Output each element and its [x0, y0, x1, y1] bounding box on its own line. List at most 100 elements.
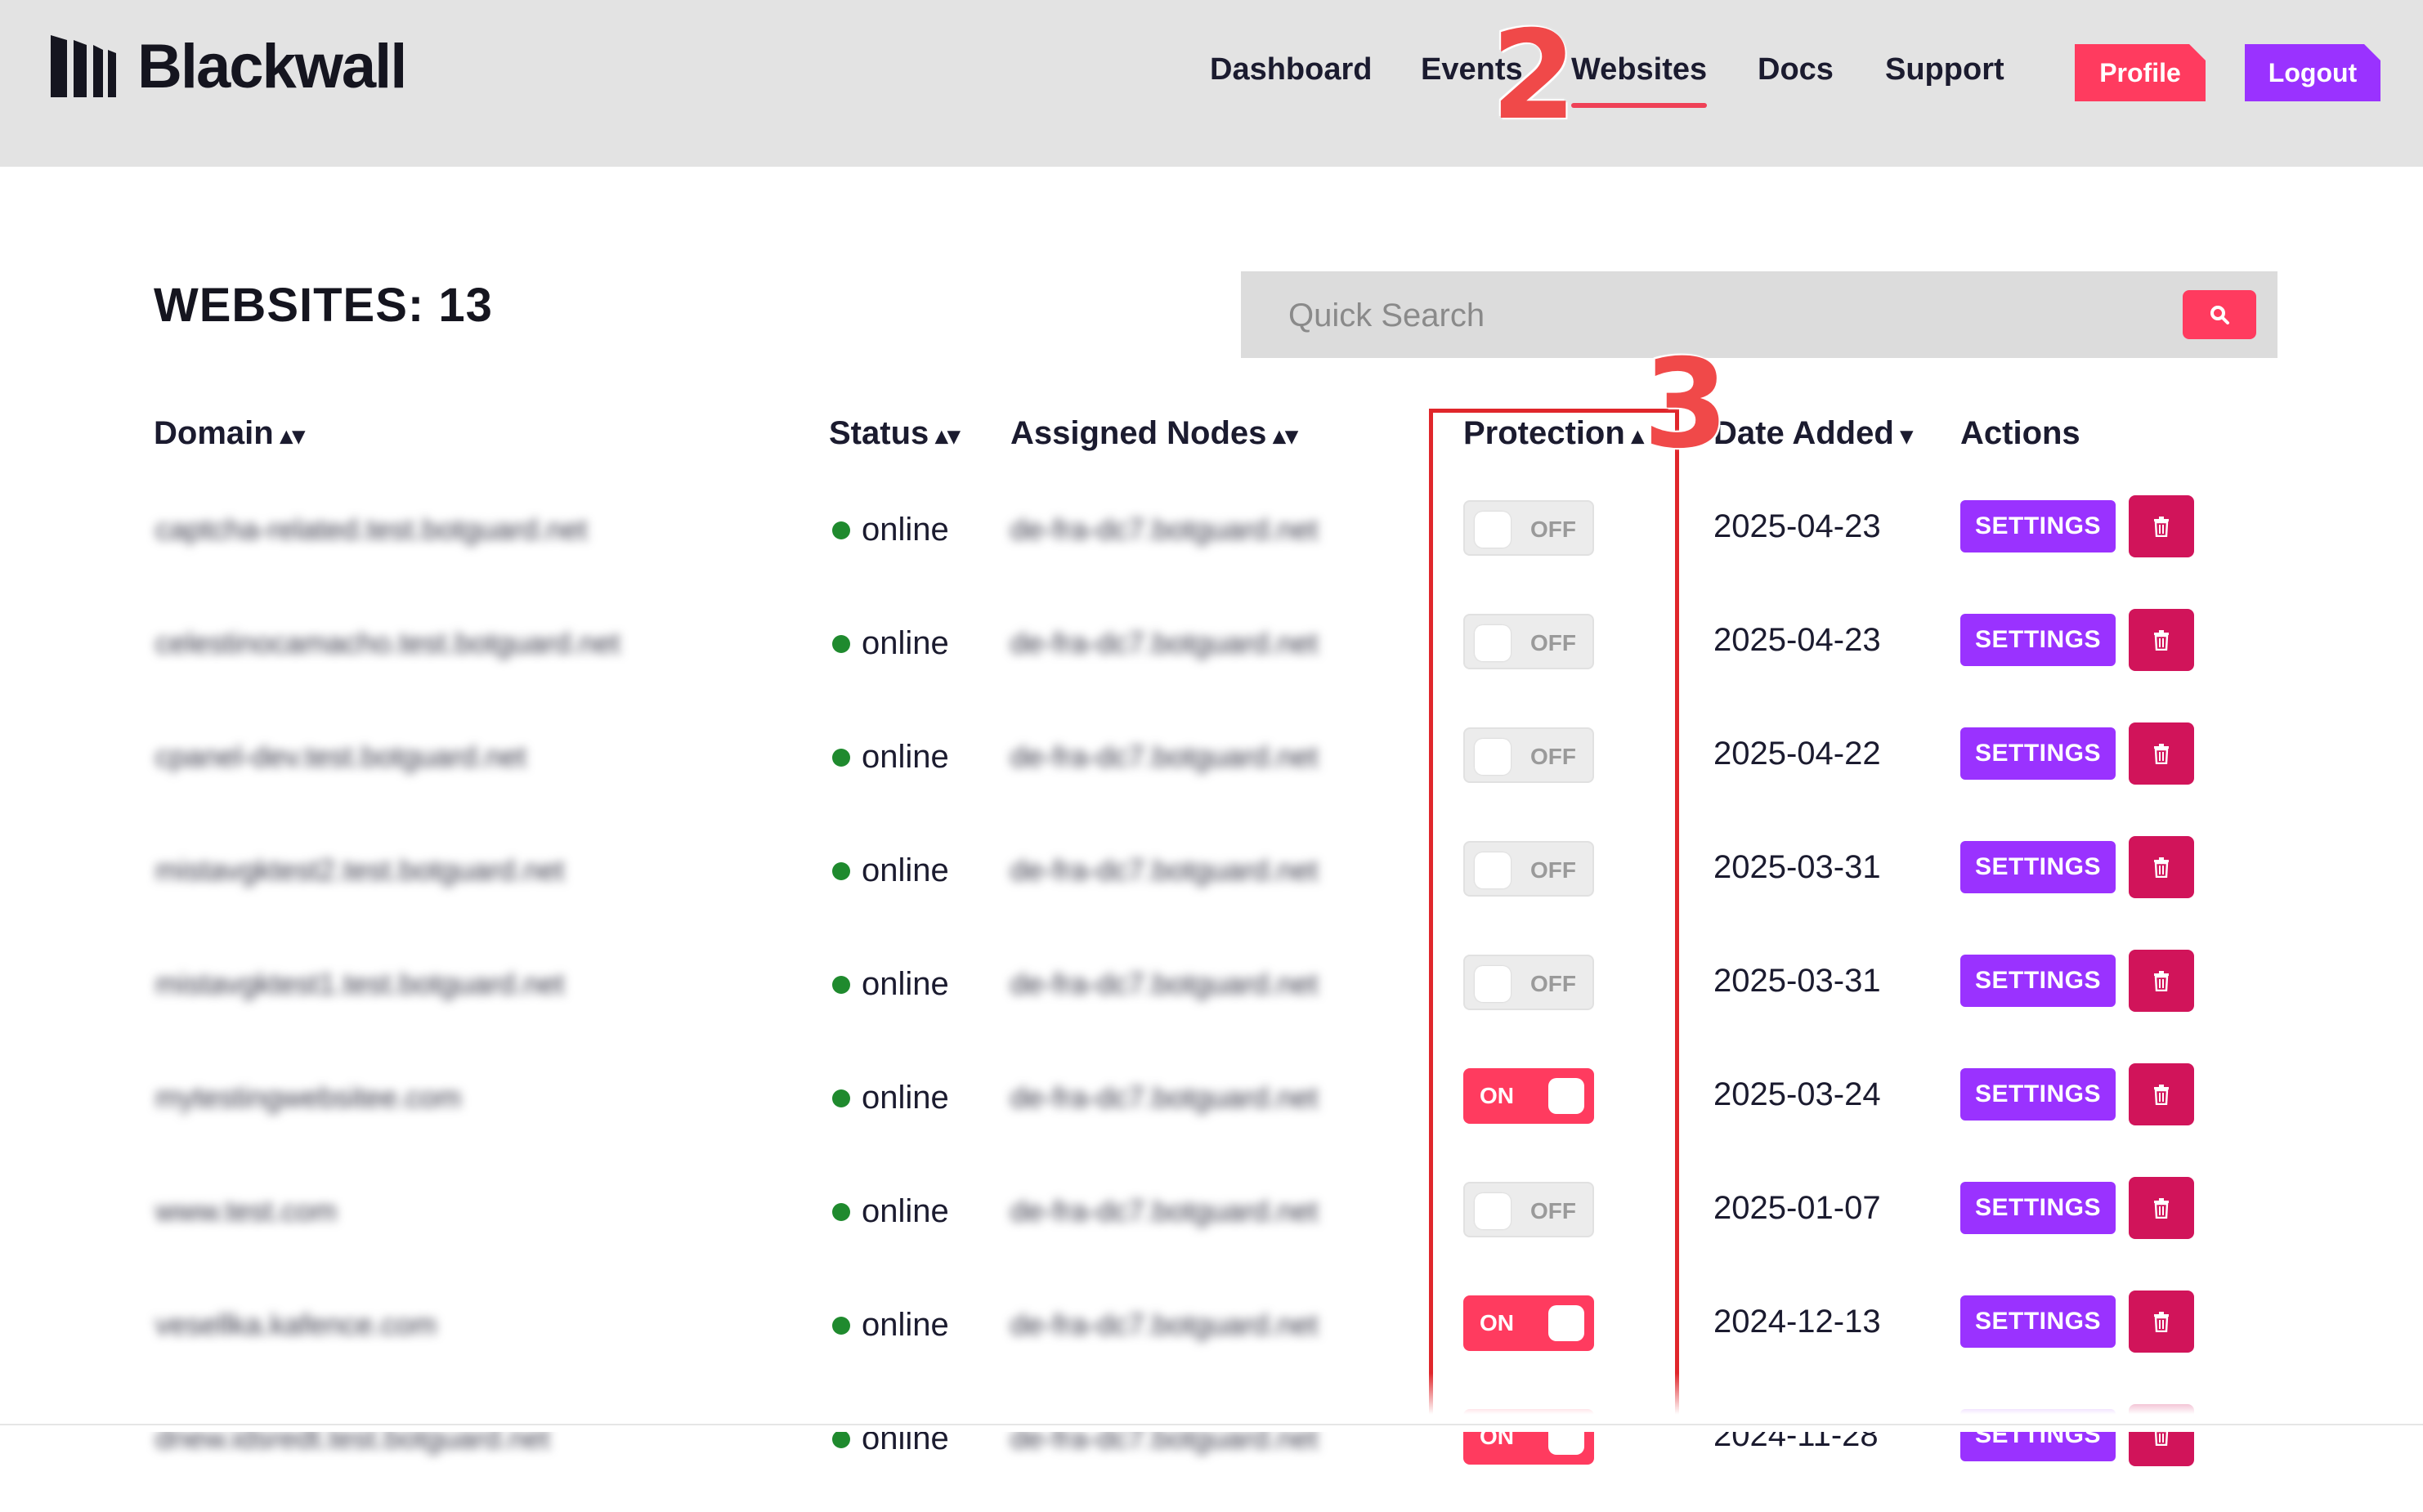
protection-toggle[interactable]: OFF [1463, 500, 1594, 556]
protection-toggle-label: OFF [1530, 1198, 1576, 1223]
profile-button[interactable]: Profile [2075, 44, 2206, 101]
domain-cell[interactable]: vesellka.kafence.com [155, 1300, 437, 1349]
delete-button[interactable] [2129, 722, 2194, 785]
column-header-protection[interactable]: Protection ▴ [1463, 415, 1644, 452]
sort-up-icon: ▴ [1631, 423, 1644, 450]
domain-cell[interactable]: www.test.com [155, 1187, 337, 1236]
protection-toggle[interactable]: ON [1463, 1068, 1594, 1124]
delete-button[interactable] [2129, 1291, 2194, 1353]
table-row: captcha-related.test.botguard.net online d… [0, 495, 2423, 603]
domain-cell[interactable]: celestinocamacho.test.botguard.net [155, 619, 620, 668]
toggle-knob [1475, 966, 1511, 1002]
status-online-dot [832, 749, 850, 767]
delete-button[interactable] [2129, 495, 2194, 557]
protection-toggle[interactable]: OFF [1463, 841, 1594, 897]
delete-button[interactable] [2129, 1177, 2194, 1239]
logout-button[interactable]: Logout [2245, 44, 2380, 101]
nav-support[interactable]: Support [1885, 52, 2004, 87]
column-header-domain[interactable]: Domain ▴▾ [154, 415, 305, 452]
toggle-knob [1548, 1305, 1584, 1341]
settings-button[interactable]: SETTINGS [1960, 955, 2116, 1007]
protection-toggle-label: ON [1480, 1424, 1514, 1449]
status-cell: online [862, 852, 949, 888]
protection-toggle[interactable]: OFF [1463, 614, 1594, 669]
delete-button[interactable] [2129, 836, 2194, 898]
table-row: cpanel-dev.test.botguard.net online de-fra… [0, 722, 2423, 830]
domain-cell[interactable]: mistavgktest1.test.botguard.net [155, 960, 564, 1009]
trash-icon [2154, 630, 2169, 651]
sort-down-icon: ▾ [1900, 423, 1913, 450]
delete-button[interactable] [2129, 609, 2194, 671]
search-button[interactable] [2183, 290, 2256, 339]
table-row: mistavgktest1.test.botguard.net online de-… [0, 950, 2423, 1058]
delete-button[interactable] [2129, 1063, 2194, 1125]
toggle-knob [1475, 625, 1511, 661]
assigned-node-cell: de-fra-dc7.botguard.net [1010, 1421, 1319, 1455]
brand-name: Blackwall [137, 31, 407, 101]
date-added-cell: 2025-04-22 [1713, 736, 1881, 772]
settings-button[interactable]: SETTINGS [1960, 841, 2116, 893]
settings-button[interactable]: SETTINGS [1960, 1068, 2116, 1121]
status-cell: online [862, 625, 949, 661]
sort-updown-icon: ▴▾ [280, 423, 305, 450]
toggle-knob [1475, 512, 1511, 548]
column-header-status[interactable]: Status ▴▾ [829, 415, 960, 452]
delete-button[interactable] [2129, 1404, 2194, 1466]
status-cell: online [862, 1193, 949, 1229]
protection-toggle[interactable]: OFF [1463, 955, 1594, 1010]
assigned-node-cell: de-fra-dc7.botguard.net [1010, 1080, 1319, 1114]
table-row: vesellka.kafence.com online de-fra-dc7.bot… [0, 1291, 2423, 1398]
protection-toggle[interactable]: ON [1463, 1409, 1594, 1465]
status-online-dot [832, 1089, 850, 1107]
status-online-dot [832, 521, 850, 539]
trash-icon [2154, 1198, 2169, 1219]
status-cell: online [862, 966, 949, 1002]
column-header-date-added[interactable]: Date Added ▾ [1713, 415, 1913, 452]
settings-button[interactable]: SETTINGS [1960, 1295, 2116, 1348]
date-added-cell: 2025-04-23 [1713, 622, 1881, 658]
protection-toggle[interactable]: OFF [1463, 1182, 1594, 1237]
assigned-node-cell: de-fra-dc7.botguard.net [1010, 512, 1319, 546]
blackwall-logo-icon [51, 35, 116, 97]
status-cell: online [862, 1080, 949, 1116]
settings-button[interactable]: SETTINGS [1960, 1182, 2116, 1234]
trash-icon [2154, 744, 2169, 764]
domain-cell[interactable]: mistavgktest2.test.botguard.net [155, 846, 564, 895]
settings-button[interactable]: SETTINGS [1960, 1409, 2116, 1461]
settings-button[interactable]: SETTINGS [1960, 500, 2116, 552]
column-header-assigned-nodes[interactable]: Assigned Nodes ▴▾ [1010, 415, 1298, 452]
status-online-dot [832, 1430, 850, 1448]
table-row: celestinocamacho.test.botguard.net online… [0, 609, 2423, 717]
assigned-node-cell: de-fra-dc7.botguard.net [1010, 1194, 1319, 1228]
date-added-cell: 2024-11-28 [1713, 1417, 1879, 1453]
domain-cell[interactable]: captcha-related.test.botguard.net [155, 505, 587, 554]
toggle-knob [1475, 739, 1511, 775]
domain-cell[interactable]: dnew.idsredt.test.botguard.net [155, 1414, 549, 1463]
domain-cell[interactable]: cpanel-dev.test.botguard.net [155, 732, 526, 781]
protection-toggle[interactable]: ON [1463, 1295, 1594, 1351]
nav-docs[interactable]: Docs [1758, 52, 1834, 87]
status-online-dot [832, 862, 850, 880]
status-online-dot [832, 1317, 850, 1335]
domain-cell[interactable]: mytestingwebsitee.com [155, 1073, 461, 1122]
settings-button[interactable]: SETTINGS [1960, 727, 2116, 780]
trash-icon [2154, 1085, 2169, 1105]
assigned-node-cell: de-fra-dc7.botguard.net [1010, 740, 1319, 773]
trash-icon [2154, 517, 2169, 537]
status-online-dot [832, 635, 850, 653]
date-added-cell: 2024-12-13 [1713, 1304, 1881, 1340]
toggle-knob [1475, 1193, 1511, 1229]
brand-logo[interactable]: Blackwall [49, 29, 407, 103]
nav-websites[interactable]: Websites [1571, 52, 1707, 87]
protection-toggle-label: ON [1480, 1310, 1514, 1335]
delete-button[interactable] [2129, 950, 2194, 1012]
table-row: www.test.com online de-fra-dc7.botguard.ne… [0, 1177, 2423, 1285]
assigned-node-cell: de-fra-dc7.botguard.net [1010, 967, 1319, 1000]
protection-toggle-label: OFF [1530, 857, 1576, 883]
settings-button[interactable]: SETTINGS [1960, 614, 2116, 666]
protection-toggle[interactable]: OFF [1463, 727, 1594, 783]
date-added-cell: 2025-03-31 [1713, 849, 1881, 885]
assigned-node-cell: de-fra-dc7.botguard.net [1010, 1308, 1319, 1341]
date-added-cell: 2025-04-23 [1713, 508, 1881, 544]
nav-dashboard[interactable]: Dashboard [1210, 52, 1372, 87]
